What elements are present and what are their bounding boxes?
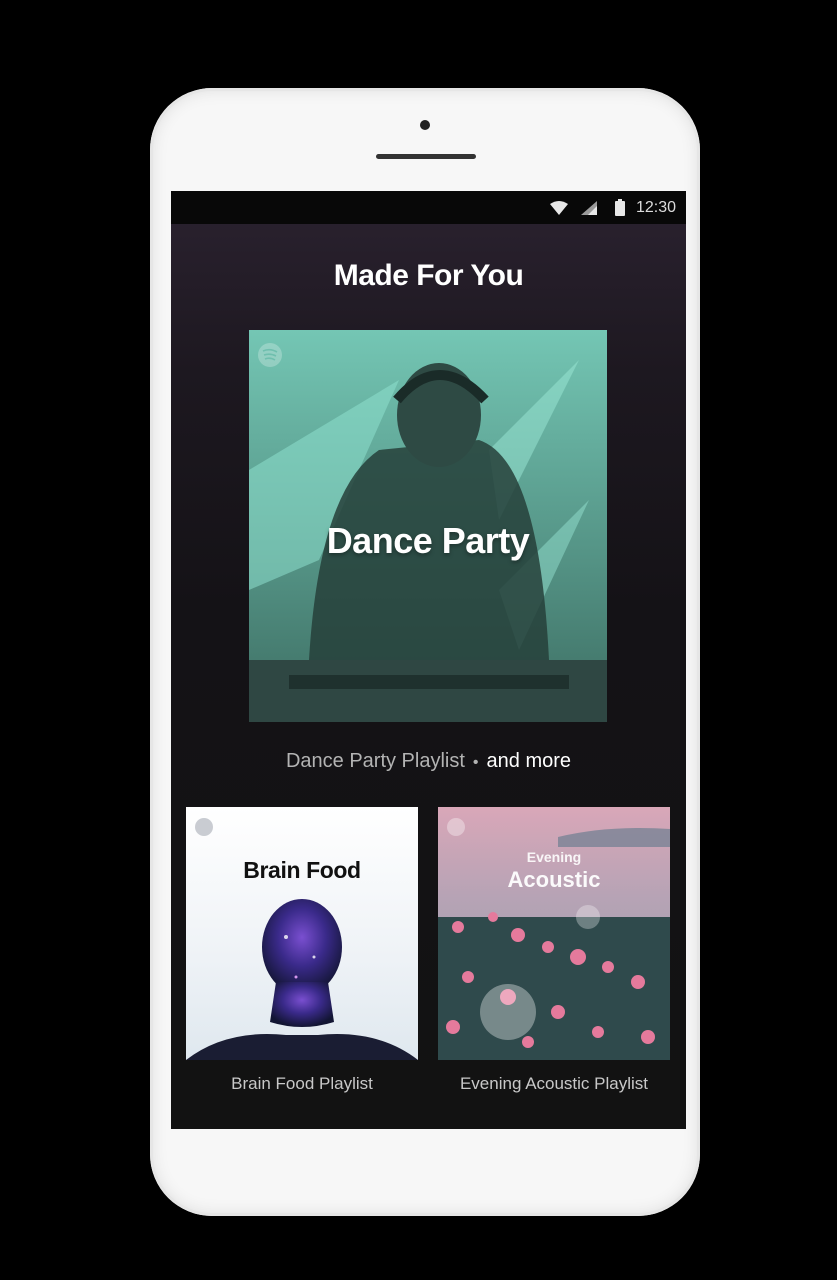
featured-cover-title: Dance Party (326, 520, 530, 561)
and-more-link[interactable]: and more (487, 750, 572, 772)
spotify-logo-icon (195, 818, 213, 836)
roses-artwork (438, 807, 670, 1060)
brain-food-playlist-cover[interactable]: Brain Food (186, 807, 418, 1060)
evening-acoustic-cover-small: Evening (526, 849, 582, 865)
brain-food-caption[interactable]: Brain Food Playlist (186, 1074, 418, 1094)
spotify-logo-icon (258, 343, 282, 367)
evening-acoustic-caption[interactable]: Evening Acoustic Playlist (438, 1074, 670, 1094)
featured-playlist-cover[interactable]: Dance Party (249, 330, 607, 722)
cosmic-head-artwork (186, 899, 418, 1060)
earpiece-speaker (376, 154, 476, 159)
status-bar: 12:30 (171, 191, 686, 224)
evening-acoustic-cover-large: Acoustic (507, 867, 601, 892)
evening-acoustic-playlist-cover[interactable]: Evening Acoustic (438, 807, 670, 1060)
section-title: Made For You (333, 259, 524, 292)
status-time: 12:30 (635, 199, 676, 216)
separator-dot: • (472, 754, 479, 771)
spotify-logo-icon (447, 818, 465, 836)
app-screen: 12:30 Made For You Dance Party Dance Par… (171, 191, 686, 1129)
wifi-icon (550, 201, 568, 215)
featured-playlist-label[interactable]: Dance Party Playlist (286, 750, 465, 772)
brain-food-cover-title: Brain Food (243, 857, 361, 883)
battery-icon (615, 199, 625, 216)
front-camera (420, 120, 430, 130)
cellular-signal-icon (581, 201, 597, 215)
featured-subline: Dance Party Playlist • and more (171, 750, 686, 773)
